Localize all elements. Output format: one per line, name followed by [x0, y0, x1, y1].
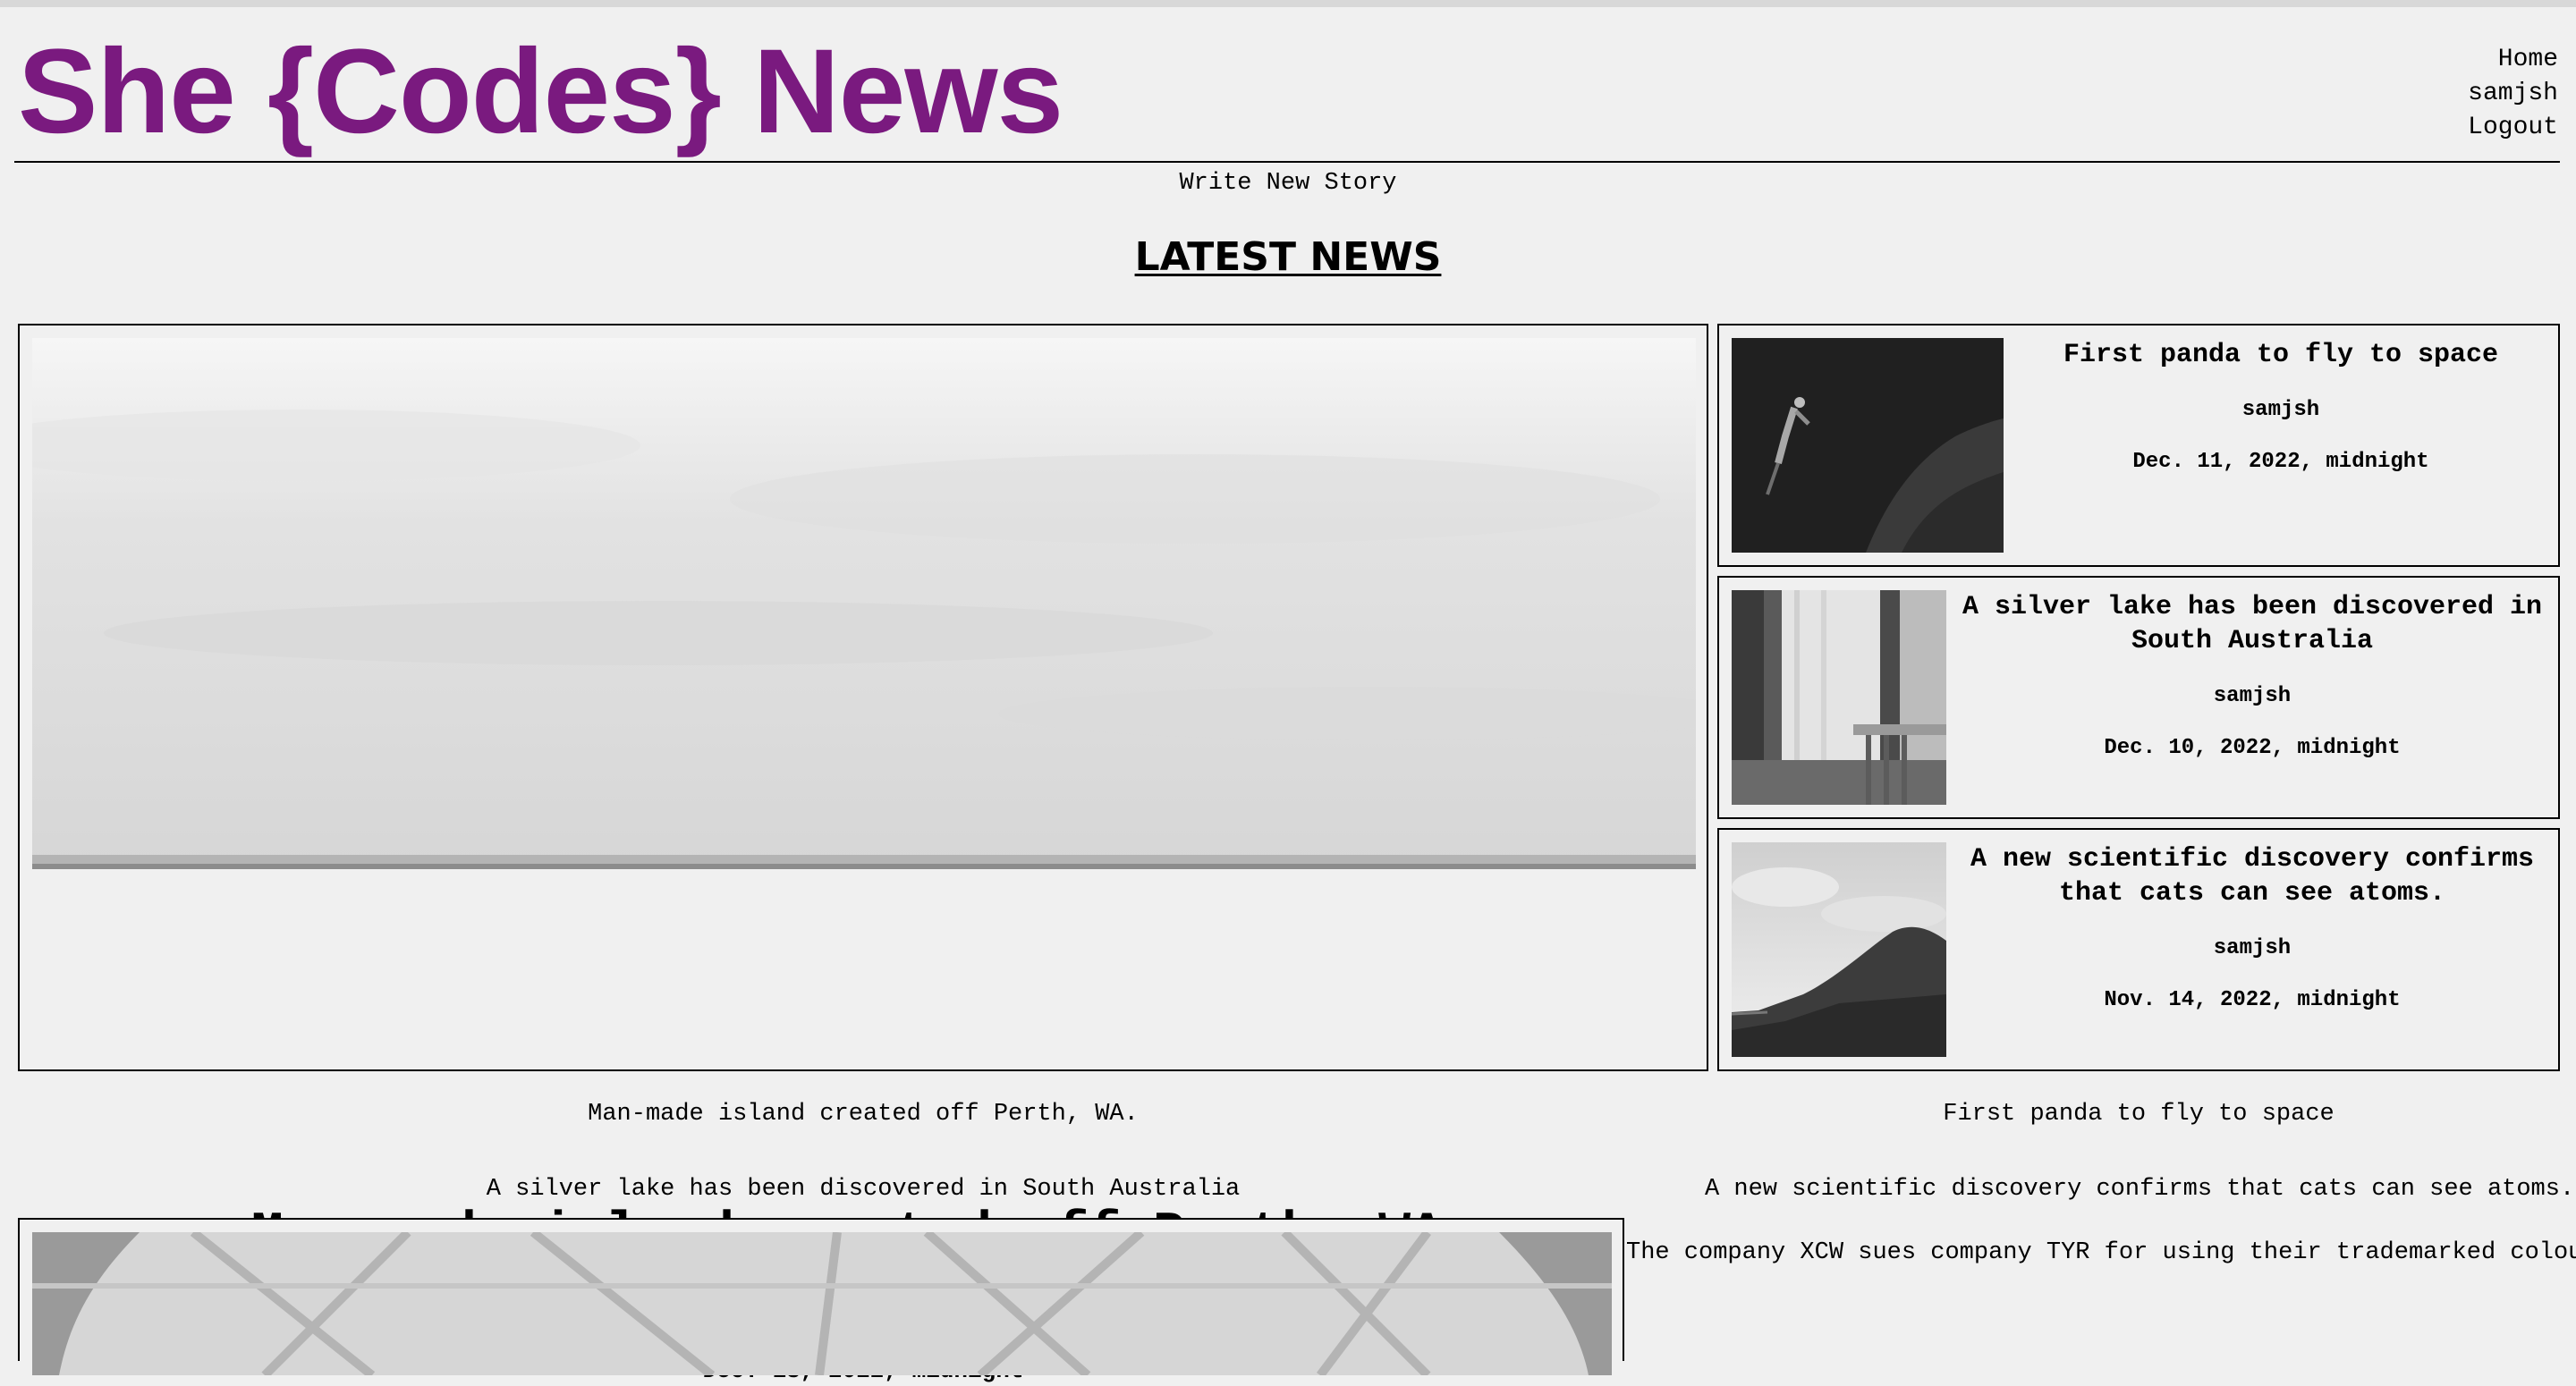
- featured-story-image: [32, 338, 1696, 869]
- side-story-author: samjsh: [2213, 936, 2292, 960]
- side-story-text: First panda to fly to space samjsh Dec. …: [2004, 325, 2558, 565]
- side-story-author: samjsh: [2213, 684, 2292, 708]
- side-story-image-hill: [1732, 842, 1946, 1057]
- header-divider: [14, 161, 2560, 163]
- browser-top-edge: [0, 0, 2576, 7]
- site-brand-title[interactable]: She {Codes} News: [18, 25, 1063, 159]
- side-story-card[interactable]: First panda to fly to space samjsh Dec. …: [1717, 324, 2560, 567]
- side-story-card[interactable]: A silver lake has been discovered in Sou…: [1717, 576, 2560, 819]
- featured-story-card[interactable]: Man-made island created off Perth, WA. s…: [18, 324, 1708, 1384]
- nav-home-link[interactable]: Home: [2468, 43, 2558, 77]
- story-link[interactable]: A new scientific discovery confirms that…: [1705, 1174, 2574, 1204]
- side-story-image-diver: [1732, 338, 2004, 553]
- story-link[interactable]: First panda to fly to space: [1717, 1099, 2560, 1129]
- nav-user-link[interactable]: samjsh: [2468, 77, 2558, 111]
- side-story-date: Dec. 11, 2022, midnight: [2132, 450, 2429, 474]
- side-story-title: A new scientific discovery confirms that…: [1970, 844, 2535, 909]
- top-nav: Home samjsh Logout: [2468, 43, 2558, 145]
- story-link[interactable]: Man-made island created off Perth, WA.: [18, 1099, 1708, 1129]
- side-story-card[interactable]: A new scientific discovery confirms that…: [1717, 828, 2560, 1071]
- side-story-text: A silver lake has been discovered in Sou…: [1946, 578, 2558, 817]
- write-new-story-link-text[interactable]: Write New Story: [1179, 170, 1396, 197]
- section-title: LATEST NEWS: [0, 231, 2576, 284]
- side-story-image-window: [1732, 590, 1946, 805]
- side-story-date: Dec. 10, 2022, midnight: [2104, 736, 2401, 760]
- story-link[interactable]: The company XCW sues company TYR for usi…: [1626, 1238, 2576, 1268]
- side-story-date: Nov. 14, 2022, midnight: [2104, 988, 2401, 1012]
- side-story-author: samjsh: [2241, 398, 2320, 422]
- side-story-title: First panda to fly to space: [2063, 340, 2499, 370]
- write-new-story-link: Write New Story: [0, 168, 2576, 199]
- section-title-text: LATEST NEWS: [1134, 234, 1442, 280]
- story-image-architecture: [32, 1232, 1612, 1375]
- side-story-text: A new scientific discovery confirms that…: [1946, 830, 2558, 1069]
- story-link[interactable]: A silver lake has been discovered in Sou…: [18, 1174, 1708, 1204]
- nav-logout-link[interactable]: Logout: [2468, 111, 2558, 145]
- side-story-title: A silver lake has been discovered in Sou…: [1962, 592, 2543, 656]
- story-card-partial[interactable]: [18, 1218, 1624, 1375]
